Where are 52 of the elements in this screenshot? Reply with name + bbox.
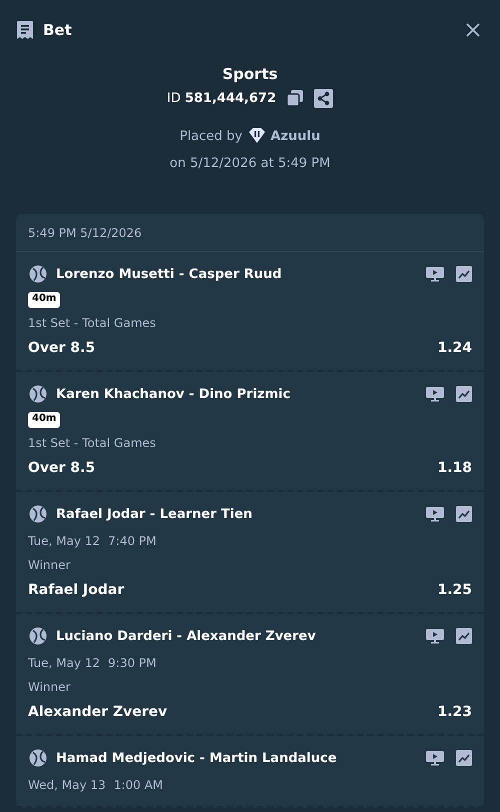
chart-icon[interactable] bbox=[456, 506, 472, 522]
match-date: Tue, May 12 bbox=[28, 533, 100, 550]
odds: 1.23 bbox=[437, 703, 472, 722]
market-name: 1st Set - Total Games bbox=[28, 315, 157, 332]
monitor-icon[interactable] bbox=[426, 750, 444, 766]
monitor-icon[interactable] bbox=[426, 386, 444, 402]
slip-timestamp: 5:49 PM 5/12/2026 bbox=[28, 226, 142, 240]
match-name[interactable]: Lorenzo Musetti - Casper Ruud bbox=[56, 266, 418, 282]
market-name: Winner bbox=[28, 557, 72, 574]
monitor-icon[interactable] bbox=[426, 266, 444, 282]
selection: Rafael Jodar bbox=[28, 581, 124, 600]
match-date: Wed, May 13 bbox=[28, 777, 106, 794]
username[interactable]: Azuulu bbox=[270, 128, 320, 144]
chart-icon[interactable] bbox=[456, 266, 472, 282]
tennis-ball-icon bbox=[28, 748, 48, 768]
odds: 1.25 bbox=[437, 581, 472, 600]
placed-date: on 5/12/2026 at 5:49 PM bbox=[170, 155, 330, 173]
chart-icon[interactable] bbox=[456, 750, 472, 766]
chart-icon[interactable] bbox=[456, 628, 472, 644]
odds: 1.24 bbox=[437, 339, 472, 358]
bet-id: ID 581,444,672 bbox=[166, 90, 276, 106]
match-time: 7:40 PM bbox=[108, 533, 156, 550]
chart-icon[interactable] bbox=[456, 386, 472, 402]
match-time: 1:00 AM bbox=[114, 777, 164, 794]
monitor-icon[interactable] bbox=[426, 506, 444, 522]
receipt-icon bbox=[16, 20, 34, 40]
market-name: 1st Set - Total Games bbox=[28, 435, 157, 452]
selection: Alexander Zverev bbox=[28, 703, 168, 722]
diamond-icon bbox=[246, 127, 267, 145]
close-icon[interactable] bbox=[465, 22, 481, 38]
tennis-ball-icon bbox=[28, 264, 48, 284]
match-name[interactable]: Karen Khachanov - Dino Prizmic bbox=[56, 386, 418, 402]
odds: 1.18 bbox=[437, 459, 472, 478]
tennis-ball-icon bbox=[28, 504, 48, 524]
selection: Over 8.5 bbox=[28, 459, 96, 478]
match-date: Tue, May 12 bbox=[28, 655, 100, 672]
market-name: Winner bbox=[28, 679, 72, 696]
bet-category: Sports bbox=[222, 64, 278, 85]
match-name[interactable]: Luciano Darderi - Alexander Zverev bbox=[56, 628, 418, 644]
match-name[interactable]: Rafael Jodar - Learner Tien bbox=[56, 506, 418, 522]
tennis-ball-icon bbox=[28, 384, 48, 404]
monitor-icon[interactable] bbox=[426, 628, 444, 644]
time-badge: 40m bbox=[28, 292, 60, 308]
selection: Over 8.5 bbox=[28, 339, 96, 358]
tennis-ball-icon bbox=[28, 626, 48, 646]
match-time: 9:30 PM bbox=[108, 655, 156, 672]
share-icon[interactable] bbox=[314, 88, 334, 108]
placed-by-label: Placed by bbox=[180, 128, 243, 144]
match-name[interactable]: Hamad Medjedovic - Martin Landaluce bbox=[56, 750, 418, 766]
time-badge: 40m bbox=[28, 412, 60, 428]
modal-title: Bet bbox=[43, 21, 72, 39]
copy-icon[interactable] bbox=[286, 89, 304, 107]
